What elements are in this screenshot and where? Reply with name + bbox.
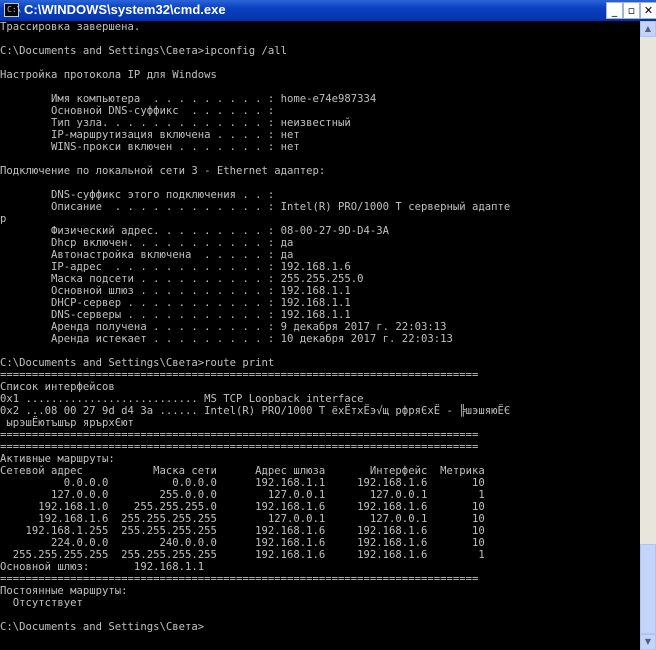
console-line: ========================================… bbox=[0, 429, 479, 441]
close-button[interactable]: ✕ bbox=[640, 2, 656, 19]
console-line: 224.0.0.0 240.0.0.0 192.168.1.6 192.168.… bbox=[0, 537, 485, 549]
cmd-window: C:\ C:\WINDOWS\system32\cmd.exe _ ▫ ✕ Тр… bbox=[0, 0, 656, 650]
cmd-icon[interactable]: C:\ bbox=[4, 3, 21, 17]
maximize-button[interactable]: ▫ bbox=[623, 2, 640, 19]
console-line: C:\Documents and Settings\Света>route pr… bbox=[0, 357, 275, 369]
console-line: Трассировка завершена. bbox=[0, 21, 141, 33]
console-output[interactable]: Трассировка завершена. C:\Documents and S… bbox=[0, 21, 640, 650]
console-line: ========================================… bbox=[0, 441, 479, 453]
console-line: 0x1 ........................... MS TCP L… bbox=[0, 393, 364, 405]
console-line: Список интерфейсов bbox=[0, 381, 115, 393]
console-line: Маска подсети . . . . . . . . . . : 255.… bbox=[0, 273, 364, 285]
console-line: Описание . . . . . . . . . . . . : Intel… bbox=[0, 201, 511, 213]
console-line: DHCP-сервер . . . . . . . . . . . : 192.… bbox=[0, 297, 351, 309]
console-line: Активные маршруты: bbox=[0, 453, 115, 465]
minimize-button[interactable]: _ bbox=[606, 2, 623, 19]
console-line: Dhcp включен. . . . . . . . . . . : да bbox=[0, 237, 294, 249]
scroll-down-button[interactable]: ▼ bbox=[640, 634, 656, 650]
console-line: Автонастройка включена . . . . . : да bbox=[0, 249, 294, 261]
console-line: 127.0.0.0 255.0.0.0 127.0.0.1 127.0.0.1 … bbox=[0, 489, 485, 501]
console-line: Сетевой адрес Маска сети Адрес шлюза Инт… bbox=[0, 465, 485, 477]
console-line: Аренда получена . . . . . . . . . : 9 де… bbox=[0, 321, 447, 333]
console-line: Настройка протокола IP для Windows bbox=[0, 69, 217, 81]
vertical-scrollbar[interactable]: ▲ ▼ bbox=[640, 21, 656, 650]
console-line: IP-адрес . . . . . . . . . . . . : 192.1… bbox=[0, 261, 351, 273]
scroll-up-button[interactable]: ▲ bbox=[640, 21, 656, 37]
console-line: C:\Documents and Settings\Света>ipconfig… bbox=[0, 45, 288, 57]
console-line: Основной шлюз: 192.168.1.1 bbox=[0, 561, 205, 573]
console-line: ========================================… bbox=[0, 369, 479, 381]
console-line: C:\Documents and Settings\Света> bbox=[0, 621, 205, 633]
console-line: 192.168.1.6 255.255.255.255 127.0.0.1 12… bbox=[0, 513, 485, 525]
console-line: Тип узла. . . . . . . . . . . . . : неиз… bbox=[0, 117, 351, 129]
console-line: 192.168.1.255 255.255.255.255 192.168.1.… bbox=[0, 525, 485, 537]
console-line: Основной DNS-суффикс . . . . . . : bbox=[0, 105, 275, 117]
console-line: DNS-серверы . . . . . . . . . . . : 192.… bbox=[0, 309, 351, 321]
console-line: р bbox=[0, 213, 7, 225]
console-line: Отсутствует bbox=[0, 597, 83, 609]
window-title: C:\WINDOWS\system32\cmd.exe bbox=[24, 2, 226, 17]
console-line: 0x2 ...08 00 27 9d d4 3a ...... Intel(R)… bbox=[0, 405, 511, 417]
console-line: ырэшЁютъшър ярърхЄют bbox=[0, 417, 134, 429]
console-line: ========================================… bbox=[0, 573, 479, 585]
console-line: Подключение по локальной сети 3 - Ethern… bbox=[0, 165, 326, 177]
scrollbar-thumb[interactable] bbox=[640, 544, 656, 634]
console-line: 192.168.1.0 255.255.255.0 192.168.1.6 19… bbox=[0, 501, 485, 513]
console-line: 255.255.255.255 255.255.255.255 192.168.… bbox=[0, 549, 485, 561]
console-line: Основной шлюз . . . . . . . . . . : 192.… bbox=[0, 285, 351, 297]
console-line: WINS-прокси включен . . . . . . . : нет bbox=[0, 141, 300, 153]
console-line: Имя компьютера . . . . . . . . . : home-… bbox=[0, 93, 377, 105]
console-line: 0.0.0.0 0.0.0.0 192.168.1.1 192.168.1.6 … bbox=[0, 477, 485, 489]
console-line: Постоянные маршруты: bbox=[0, 585, 128, 597]
title-bar[interactable]: C:\ C:\WINDOWS\system32\cmd.exe _ ▫ ✕ bbox=[0, 0, 656, 21]
console-line: Физический адрес. . . . . . . . . : 08-0… bbox=[0, 225, 390, 237]
console-line: IP-маршрутизация включена . . . . : нет bbox=[0, 129, 300, 141]
console-line: DNS-суффикс этого подключения . . : bbox=[0, 189, 275, 201]
console-line: Аренда истекает . . . . . . . . . : 10 д… bbox=[0, 333, 453, 345]
